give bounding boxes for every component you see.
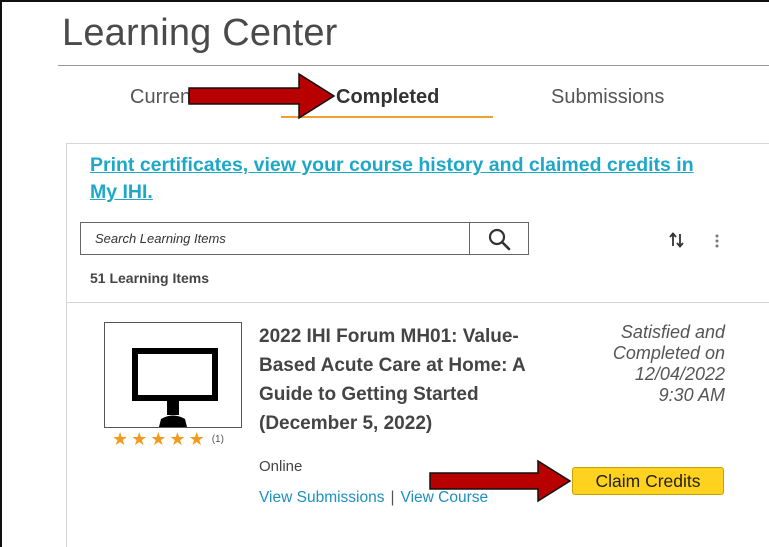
- kebab-icon[interactable]: [714, 234, 720, 248]
- monitor-icon: [132, 348, 218, 427]
- tab-submissions[interactable]: Submissions: [551, 86, 664, 109]
- star-icon: ★: [169, 429, 186, 449]
- completion-status: Satisfied and Completed on 12/04/2022 9:…: [568, 322, 725, 406]
- tab-completed[interactable]: Completed: [336, 86, 439, 109]
- view-submissions-link[interactable]: View Submissions: [259, 489, 385, 506]
- course-title-line[interactable]: Guide to Getting Started: [259, 380, 569, 409]
- print-link-line-2[interactable]: My IHI.: [90, 179, 760, 206]
- star-icon: ★: [131, 429, 148, 449]
- course-title-line[interactable]: Based Acute Care at Home: A: [259, 351, 569, 380]
- print-certificates-link[interactable]: Print certificates, view your course his…: [90, 152, 760, 206]
- status-date: 12/04/2022: [634, 364, 725, 384]
- title-divider: [58, 65, 769, 66]
- status-time: 9:30 AM: [658, 385, 725, 405]
- search-input[interactable]: [81, 223, 469, 254]
- course-links: View Submissions | View Course: [259, 489, 488, 507]
- course-title-line[interactable]: 2022 IHI Forum MH01: Value-: [259, 322, 569, 351]
- search-button[interactable]: [469, 223, 528, 254]
- claim-credits-button[interactable]: Claim Credits: [572, 467, 724, 495]
- list-divider: [67, 302, 769, 303]
- delivery-type: Online: [259, 458, 303, 475]
- link-separator: |: [390, 489, 395, 506]
- star-icon: ★: [150, 429, 167, 449]
- view-course-link[interactable]: View Course: [401, 489, 489, 506]
- rating-count: (1): [211, 433, 224, 445]
- star-icon: ★: [188, 429, 205, 449]
- sort-icon[interactable]: [669, 232, 685, 248]
- course-rating: ★ ★ ★ ★ ★ (1): [112, 430, 224, 448]
- page-title: Learning Center: [62, 12, 338, 54]
- course-title-line[interactable]: (December 5, 2022): [259, 409, 569, 438]
- course-thumbnail[interactable]: [104, 322, 242, 428]
- search-bar: [80, 222, 529, 255]
- print-link-line-1[interactable]: Print certificates, view your course his…: [90, 154, 694, 176]
- status-line: Completed on: [612, 343, 725, 363]
- active-tab-indicator: [281, 116, 493, 118]
- search-icon: [488, 228, 511, 250]
- star-icon: ★: [112, 429, 129, 449]
- items-count: 51 Learning Items: [90, 270, 210, 286]
- tab-current[interactable]: Current: [130, 86, 197, 109]
- course-title[interactable]: 2022 IHI Forum MH01: Value- Based Acute …: [259, 322, 569, 438]
- status-line: Satisfied and: [620, 322, 725, 342]
